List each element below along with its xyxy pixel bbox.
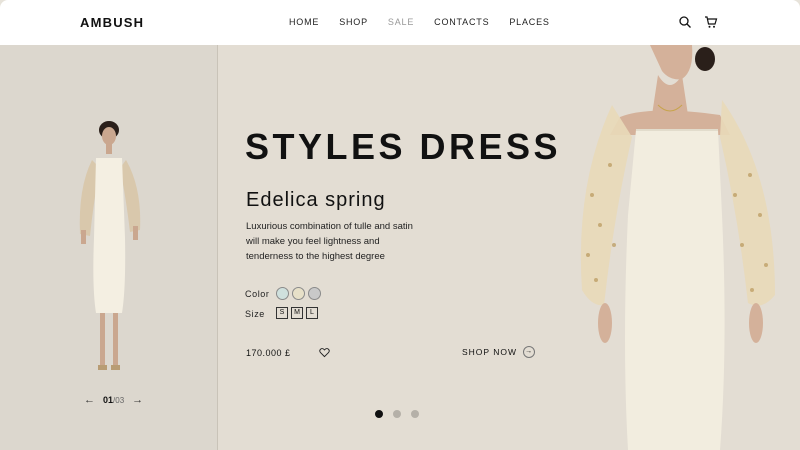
arrow-right-icon: → — [523, 346, 536, 358]
header-actions — [678, 15, 718, 29]
slide-total: /03 — [113, 396, 125, 405]
brand-logo[interactable]: AMBUSH — [80, 15, 144, 30]
color-label: Color — [245, 289, 270, 299]
pagination-dot-1[interactable] — [375, 410, 383, 418]
shop-now-label: SHOP NOW — [462, 347, 518, 357]
shop-now-button[interactable]: SHOP NOW → — [462, 346, 536, 358]
price: 170.000 £ — [246, 348, 291, 358]
prev-arrow-icon[interactable]: ← — [84, 394, 95, 406]
color-swatches — [276, 287, 321, 300]
size-option-s[interactable]: S — [276, 307, 288, 319]
color-swatch-grey[interactable] — [308, 287, 321, 300]
hero-title: STYLES DRESS — [245, 126, 562, 167]
nav-places[interactable]: PLACES — [509, 17, 549, 27]
color-swatch-cream[interactable] — [292, 287, 305, 300]
size-option-m[interactable]: M — [291, 307, 303, 319]
hero-subtitle: Edelica spring — [246, 189, 386, 211]
nav-sale[interactable]: SALE — [388, 17, 414, 27]
left-slider-control: ← 01/03 → — [84, 394, 143, 406]
search-icon[interactable] — [678, 15, 692, 29]
hero-description: Luxurious combination of tulle and satin… — [246, 221, 413, 262]
top-header: AMBUSH HOME SHOP SALE CONTACTS PLACES — [0, 0, 800, 45]
slide-counter: 01/03 — [103, 395, 124, 405]
size-label: Size — [245, 309, 265, 319]
nav-home[interactable]: HOME — [289, 17, 319, 27]
next-arrow-icon[interactable]: → — [132, 394, 143, 406]
main-nav: HOME SHOP SALE CONTACTS PLACES — [289, 17, 570, 27]
nav-contacts[interactable]: CONTACTS — [434, 17, 489, 27]
size-option-l[interactable]: L — [306, 307, 318, 319]
slide-current: 01 — [103, 395, 114, 405]
color-swatch-mint[interactable] — [276, 287, 289, 300]
pagination-dot-3[interactable] — [411, 410, 419, 418]
hero-model-image — [580, 45, 775, 450]
cart-icon[interactable] — [704, 15, 718, 29]
nav-shop[interactable]: SHOP — [339, 17, 368, 27]
heart-icon[interactable] — [319, 347, 330, 358]
size-options: S M L — [276, 307, 318, 319]
pagination-dot-2[interactable] — [393, 410, 401, 418]
left-model-image[interactable] — [70, 118, 150, 380]
hero-pagination — [375, 410, 419, 418]
